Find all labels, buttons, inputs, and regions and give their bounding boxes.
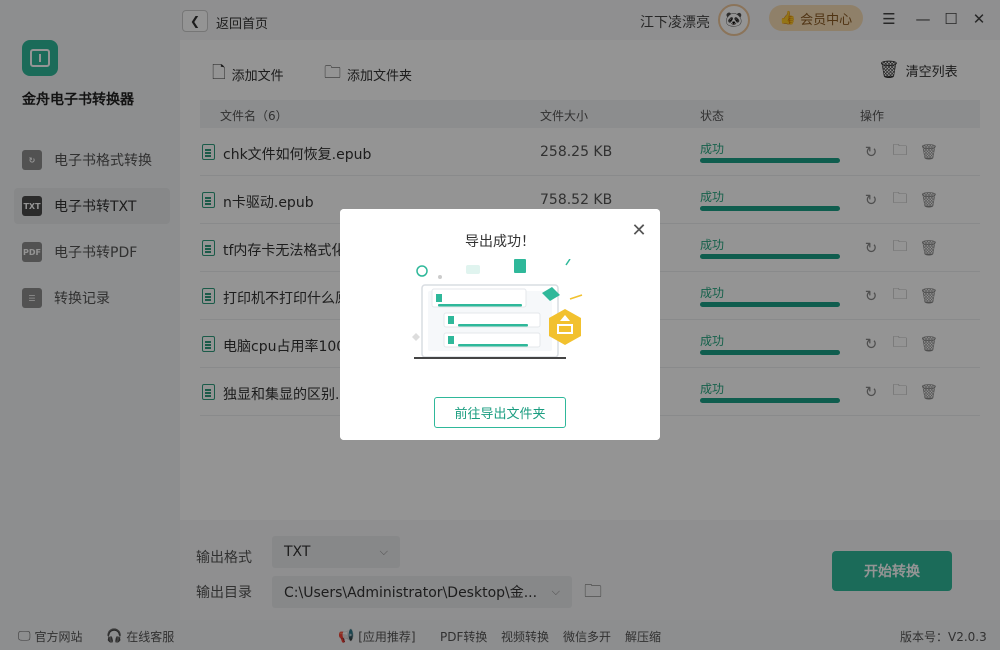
export-success-illustration — [412, 259, 583, 359]
close-icon[interactable]: ✕ — [630, 220, 648, 241]
dialog-title: 导出成功！ — [465, 234, 535, 250]
export-success-dialog: 导出成功！ ✕ 前往导出文件夹 — [340, 209, 660, 440]
open-export-folder-button[interactable]: 前往导出文件夹 — [434, 397, 566, 428]
